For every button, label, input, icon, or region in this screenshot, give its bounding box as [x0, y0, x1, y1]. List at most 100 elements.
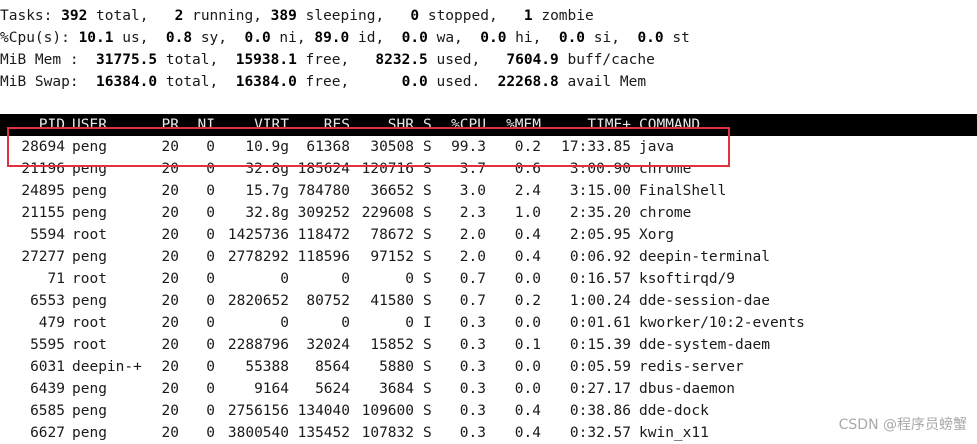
process-row[interactable]: 5594 root 20 0 1425736 118472 78672 S 2.0 0.4 2:05…: [0, 224, 977, 246]
shr-cell: 5880: [379, 359, 414, 375]
column-header-time[interactable]: TIME+: [587, 114, 631, 136]
nice-cell: 0: [206, 271, 215, 287]
summary-value: 7604.9: [506, 52, 559, 68]
process-row[interactable]: 6439 peng 20 0 9164 5624 3684 S 0.3 0.0 0:27.17 dbu…: [0, 378, 977, 400]
process-row[interactable]: 27277 peng 20 0 2778292 118596 97152 S 2.0 0.4 0:0…: [0, 246, 977, 268]
state-cell: S: [423, 205, 432, 221]
mem-cell: 0.0: [514, 359, 541, 375]
column-header-mem[interactable]: %MEM: [506, 114, 541, 136]
column-header-ni[interactable]: NI: [198, 114, 215, 136]
cpu-cell: 0.3: [459, 403, 486, 419]
summary-label: free,: [296, 52, 376, 68]
user-cell: root: [72, 271, 107, 287]
mem-cell: 0.4: [514, 403, 541, 419]
shr-cell: 97152: [370, 249, 414, 265]
command-cell: dde-dock: [639, 403, 709, 419]
priority-cell: 20: [161, 293, 179, 309]
summary-label: total,: [157, 52, 236, 68]
time-cell: 0:05.59: [569, 359, 631, 375]
cpu-cell: 0.3: [459, 381, 486, 397]
user-cell: root: [72, 337, 107, 353]
user-cell: deepin-+: [72, 359, 142, 375]
process-row[interactable]: 479 root 20 0 0 0 0 I 0.3 0.0 0:01.61 kworker/10:2-…: [0, 312, 977, 334]
priority-cell: 20: [161, 425, 179, 441]
column-header-state[interactable]: S: [423, 114, 432, 136]
time-cell: 0:01.61: [569, 315, 631, 331]
column-header-command[interactable]: COMMAND: [639, 114, 700, 136]
state-cell: S: [423, 293, 432, 309]
summary-label: stopped,: [419, 8, 524, 24]
summary-label: us,: [113, 30, 166, 46]
column-header-shr[interactable]: SHR: [388, 114, 414, 136]
priority-cell: 20: [161, 139, 179, 155]
process-table-header: PID USER PR NI VIRT RES SHR S %CPU %MEM …: [0, 114, 977, 136]
process-row[interactable]: 21155 peng 20 0 32.8g 309252 229608 S 2.3 1.0 2:35…: [0, 202, 977, 224]
process-row[interactable]: 6031 deepin-+ 20 0 55388 8564 5880 S 0.3 0.0 0:05.…: [0, 356, 977, 378]
user-cell: peng: [72, 205, 107, 221]
pid-cell: 6585: [30, 403, 65, 419]
virt-cell: 15.7g: [245, 183, 289, 199]
process-row[interactable]: 24895 peng 20 0 15.7g 784780 36652 S 3.0 2.4 3:15.…: [0, 180, 977, 202]
res-cell: 784780: [297, 183, 350, 199]
priority-cell: 20: [161, 337, 179, 353]
command-cell: java: [639, 139, 674, 155]
virt-cell: 2778292: [227, 249, 289, 265]
mem-cell: 0.4: [514, 227, 541, 243]
user-cell: peng: [72, 381, 107, 397]
process-row[interactable]: 28694 peng 20 0 10.9g 61368 30508 S 99.3 0.2 17:33…: [0, 136, 977, 158]
virt-cell: 9164: [254, 381, 289, 397]
res-cell: 8564: [315, 359, 350, 375]
process-row[interactable]: 5595 root 20 0 2288796 32024 15852 S 0.3 0.1 0:15.…: [0, 334, 977, 356]
summary-value: 0.0: [637, 30, 664, 46]
shr-cell: 3684: [379, 381, 414, 397]
virt-cell: 32.8g: [245, 161, 289, 177]
summary-label: buff/cache: [558, 52, 655, 68]
virt-cell: 2820652: [227, 293, 289, 309]
process-row[interactable]: 71 root 20 0 0 0 0 S 0.7 0.0 0:16.57 ksoftirqd/9: [0, 268, 977, 290]
shr-cell: 0: [405, 271, 414, 287]
summary-line: MiB Swap: 16384.0 total, 16384.0 free, 0…: [0, 71, 690, 93]
nice-cell: 0: [206, 205, 215, 221]
column-header-res[interactable]: RES: [324, 114, 350, 136]
summary-line: Tasks: 392 total, 2 running, 389 sleepin…: [0, 5, 690, 27]
summary-value: 389: [270, 8, 297, 24]
summary-value: 31775.5: [96, 52, 158, 68]
process-row[interactable]: 6553 peng 20 0 2820652 80752 41580 S 0.7 0.2 1:00.…: [0, 290, 977, 312]
command-cell: chrome: [639, 205, 692, 221]
user-cell: root: [72, 227, 107, 243]
nice-cell: 0: [206, 249, 215, 265]
command-cell: redis-server: [639, 359, 744, 375]
process-row[interactable]: 6627 peng 20 0 3800540 135452 107832 S 0.3 0.4 0:3…: [0, 422, 977, 444]
summary-label: wa,: [427, 30, 481, 46]
mem-cell: 1.0: [514, 205, 541, 221]
summary-label: sleeping,: [296, 8, 411, 24]
cpu-cell: 2.3: [459, 205, 486, 221]
priority-cell: 20: [161, 183, 179, 199]
column-header-cpu[interactable]: %CPU: [451, 114, 486, 136]
priority-cell: 20: [161, 227, 179, 243]
summary-value: 1: [523, 8, 533, 24]
summary-label: ni,: [270, 30, 315, 46]
process-row[interactable]: 21196 peng 20 0 32.8g 185624 120716 S 3.7 0.6 3:00…: [0, 158, 977, 180]
priority-cell: 20: [161, 403, 179, 419]
priority-cell: 20: [161, 249, 179, 265]
cpu-cell: 0.3: [459, 359, 486, 375]
summary-label: used,: [427, 52, 507, 68]
summary-label: hi,: [506, 30, 559, 46]
command-cell: Xorg: [639, 227, 674, 243]
summary-label: si,: [585, 30, 638, 46]
process-row[interactable]: 6585 peng 20 0 2756156 134040 109600 S 0.3 0.4 0:3…: [0, 400, 977, 422]
shr-cell: 30508: [370, 139, 414, 155]
time-cell: 0:15.39: [569, 337, 631, 353]
column-header-user[interactable]: USER: [72, 114, 107, 136]
summary-value: 8232.5: [375, 52, 428, 68]
summary-value: 89.0: [314, 30, 350, 46]
nice-cell: 0: [206, 315, 215, 331]
column-header-pr[interactable]: PR: [162, 114, 179, 136]
column-header-pid[interactable]: PID: [39, 114, 65, 136]
user-cell: peng: [72, 403, 107, 419]
shr-cell: 0: [405, 315, 414, 331]
res-cell: 118596: [297, 249, 350, 265]
res-cell: 61368: [306, 139, 350, 155]
column-header-virt[interactable]: VIRT: [254, 114, 289, 136]
